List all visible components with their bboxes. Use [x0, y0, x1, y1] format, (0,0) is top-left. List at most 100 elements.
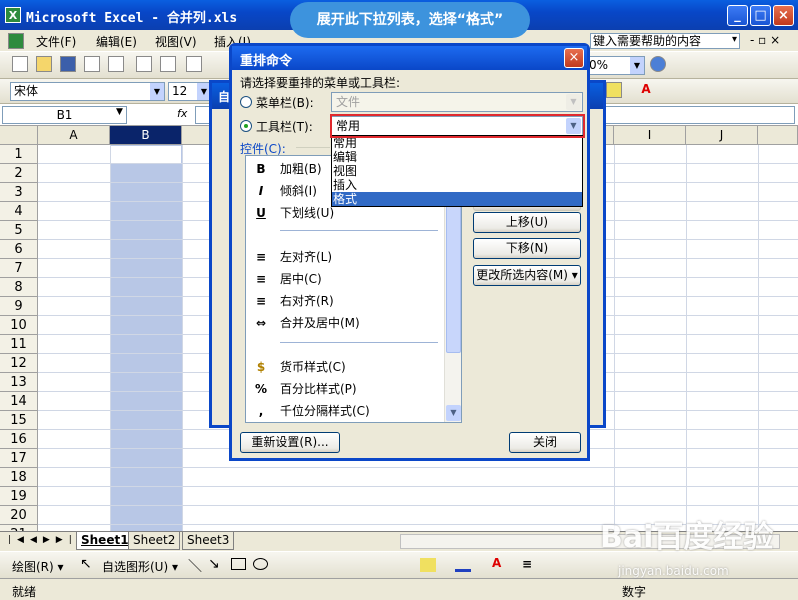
print-icon[interactable]: [136, 56, 152, 72]
chevron-down-icon[interactable]: ▼: [116, 107, 123, 117]
row-header[interactable]: 12: [0, 354, 38, 373]
menubar-select-value: 文件: [336, 95, 361, 109]
mail-icon[interactable]: [108, 56, 124, 72]
select-objects-icon[interactable]: ↖: [80, 556, 92, 572]
option-format[interactable]: 格式: [332, 192, 582, 206]
scroll-down-icon[interactable]: ▼: [446, 405, 461, 421]
arrow-icon[interactable]: ↘: [208, 556, 220, 572]
help-dropdown-icon[interactable]: ▾: [732, 34, 737, 45]
option-edit[interactable]: 编辑: [332, 150, 582, 164]
fx-icon[interactable]: fx: [177, 107, 187, 120]
name-box[interactable]: B1: [2, 106, 127, 124]
close-button[interactable]: 关闭: [509, 432, 581, 453]
fill-color-icon[interactable]: [606, 82, 622, 98]
row-header[interactable]: 7: [0, 259, 38, 278]
row-header[interactable]: 8: [0, 278, 38, 297]
close-window-button[interactable]: ×: [773, 5, 794, 26]
option-view[interactable]: 视图: [332, 164, 582, 178]
rectangle-icon[interactable]: [231, 558, 246, 570]
option-insert[interactable]: 插入: [332, 178, 582, 192]
row-header[interactable]: 5: [0, 221, 38, 240]
list-item[interactable]: ≡ 居中(C): [246, 268, 446, 290]
list-item-label: 货币样式(C): [280, 360, 346, 374]
open-icon[interactable]: [36, 56, 52, 72]
close-icon[interactable]: ×: [564, 48, 584, 68]
tab-sheet2[interactable]: Sheet2: [128, 532, 181, 550]
tab-scroll-icons[interactable]: |◀◀▶▶|: [8, 535, 78, 545]
line-color-icon[interactable]: [455, 558, 471, 572]
menubar-radio[interactable]: [240, 96, 252, 108]
move-down-button[interactable]: 下移(N): [473, 238, 581, 259]
oval-icon[interactable]: [253, 558, 268, 570]
font-color-icon[interactable]: A: [638, 82, 654, 98]
spelling-icon[interactable]: [186, 56, 202, 72]
row-header[interactable]: 15: [0, 411, 38, 430]
font-color-icon[interactable]: A: [492, 556, 501, 570]
excel-app-icon: X: [5, 7, 21, 23]
grid-line: [38, 505, 798, 506]
size-select[interactable]: 12 ▼: [168, 82, 212, 101]
row-header[interactable]: 11: [0, 335, 38, 354]
preview-icon[interactable]: [160, 56, 176, 72]
row-header[interactable]: 20: [0, 506, 38, 525]
status-bar: 就绪 数字: [0, 578, 798, 600]
maximize-button[interactable]: □: [750, 5, 771, 26]
corner-select-all[interactable]: [0, 126, 38, 145]
list-item[interactable]: ⇔ 合并及居中(M): [246, 312, 446, 334]
row-header[interactable]: 9: [0, 297, 38, 316]
row-header[interactable]: 2: [0, 164, 38, 183]
row-header[interactable]: 17: [0, 449, 38, 468]
option-standard[interactable]: 常用: [332, 136, 582, 150]
menu-edit[interactable]: 编辑(E): [96, 33, 137, 50]
row-header[interactable]: 18: [0, 468, 38, 487]
column-header-j[interactable]: J: [686, 126, 758, 145]
row-header[interactable]: 16: [0, 430, 38, 449]
permission-icon[interactable]: [84, 56, 100, 72]
menu-view[interactable]: 视图(V): [155, 33, 197, 50]
list-item[interactable]: , 千位分隔样式(C): [246, 400, 446, 422]
row-header[interactable]: 1: [0, 145, 38, 164]
list-item[interactable]: % 百分比样式(P): [246, 378, 446, 400]
list-item-label: 加粗(B): [280, 162, 322, 176]
tab-sheet1[interactable]: Sheet1: [76, 532, 134, 550]
modify-selection-button[interactable]: 更改所选内容(M) ▾: [473, 265, 581, 286]
grid-line: [182, 145, 183, 531]
list-item[interactable]: $ 货币样式(C): [246, 356, 446, 378]
new-icon[interactable]: [12, 56, 28, 72]
row-header[interactable]: 10: [0, 316, 38, 335]
menu-file[interactable]: 文件(F): [36, 33, 76, 50]
line-icon[interactable]: ＼: [188, 556, 202, 576]
reset-button[interactable]: 重新设置(R)...: [240, 432, 340, 453]
column-header-a[interactable]: A: [38, 126, 110, 145]
draw-menu-button[interactable]: 绘图(R) ▾: [12, 558, 64, 575]
column-header-b[interactable]: B: [110, 126, 182, 145]
row-header[interactable]: 3: [0, 183, 38, 202]
row-header[interactable]: 14: [0, 392, 38, 411]
selected-column-b[interactable]: [110, 145, 182, 531]
move-up-button[interactable]: 上移(U): [473, 212, 581, 233]
row-header[interactable]: 6: [0, 240, 38, 259]
zoom-select[interactable]: 0% ▼: [585, 56, 645, 75]
row-header[interactable]: 4: [0, 202, 38, 221]
align-center-icon: ≡: [255, 272, 267, 286]
font-select[interactable]: 宋体 ▼: [10, 82, 165, 101]
column-header-k[interactable]: [758, 126, 798, 145]
list-item[interactable]: ≡ 左对齐(L): [246, 246, 446, 268]
list-item[interactable]: ≡ 右对齐(R): [246, 290, 446, 312]
tab-sheet3[interactable]: Sheet3: [182, 532, 235, 550]
row-header[interactable]: 13: [0, 373, 38, 392]
row-header[interactable]: 19: [0, 487, 38, 506]
save-icon[interactable]: [60, 56, 76, 72]
doc-window-controls[interactable]: - ▫ ×: [750, 33, 780, 47]
help-search-input[interactable]: 键入需要帮助的内容: [590, 33, 740, 49]
help-icon[interactable]: [650, 56, 666, 72]
autoshape-menu-button[interactable]: 自选图形(U) ▾: [102, 558, 178, 575]
active-cell-b1[interactable]: [111, 146, 181, 164]
toolbar-radio[interactable]: [240, 120, 252, 132]
menubar-select[interactable]: 文件 ▼: [331, 92, 583, 112]
line-style-icon[interactable]: ≡: [522, 557, 532, 571]
status-num: 数字: [622, 585, 647, 599]
column-header-i[interactable]: I: [614, 126, 686, 145]
fill-color-icon[interactable]: [420, 558, 436, 572]
minimize-button[interactable]: _: [727, 5, 748, 26]
